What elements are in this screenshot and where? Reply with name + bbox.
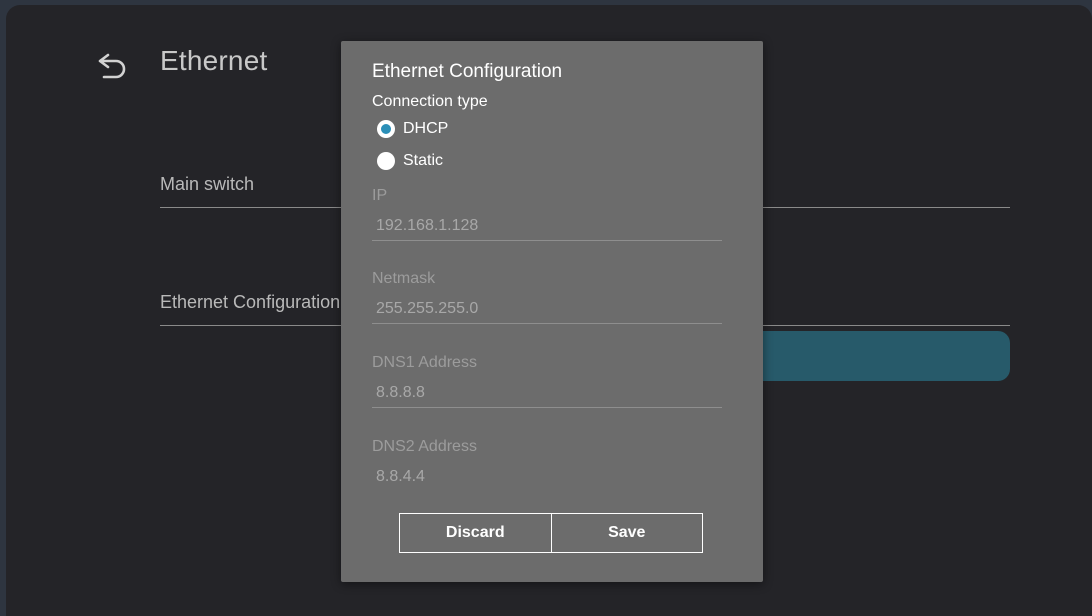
ip-label: IP (372, 187, 388, 204)
netmask-field[interactable] (372, 294, 722, 324)
dns2-field-clip (372, 462, 722, 483)
static-radio-button[interactable] (377, 152, 395, 170)
dhcp-radio-option[interactable]: DHCP (377, 118, 448, 140)
dns1-label: DNS1 Address (372, 354, 477, 371)
dns2-field[interactable] (372, 462, 722, 483)
dns1-field[interactable] (372, 378, 722, 408)
ethernet-configuration-label: Ethernet Configuration (160, 292, 341, 312)
ethernet-configuration-dialog: Ethernet Configuration Connection type D… (341, 41, 763, 582)
main-switch-label: Main switch (160, 174, 255, 194)
dhcp-label: DHCP (403, 120, 449, 137)
back-arrow-icon[interactable] (94, 52, 130, 84)
page-title: Ethernet (160, 45, 268, 76)
dialog-button-group: Discard Save (399, 513, 703, 553)
dns2-label: DNS2 Address (372, 438, 477, 455)
dhcp-radio-button[interactable] (377, 120, 395, 138)
discard-button[interactable]: Discard (400, 514, 551, 552)
ip-field[interactable] (372, 211, 722, 241)
static-radio-option[interactable]: Static (377, 150, 443, 172)
netmask-label: Netmask (372, 270, 436, 287)
save-button[interactable]: Save (550, 514, 703, 552)
connection-type-label: Connection type (372, 93, 488, 110)
dialog-title: Ethernet Configuration (372, 61, 563, 82)
static-label: Static (403, 152, 444, 169)
